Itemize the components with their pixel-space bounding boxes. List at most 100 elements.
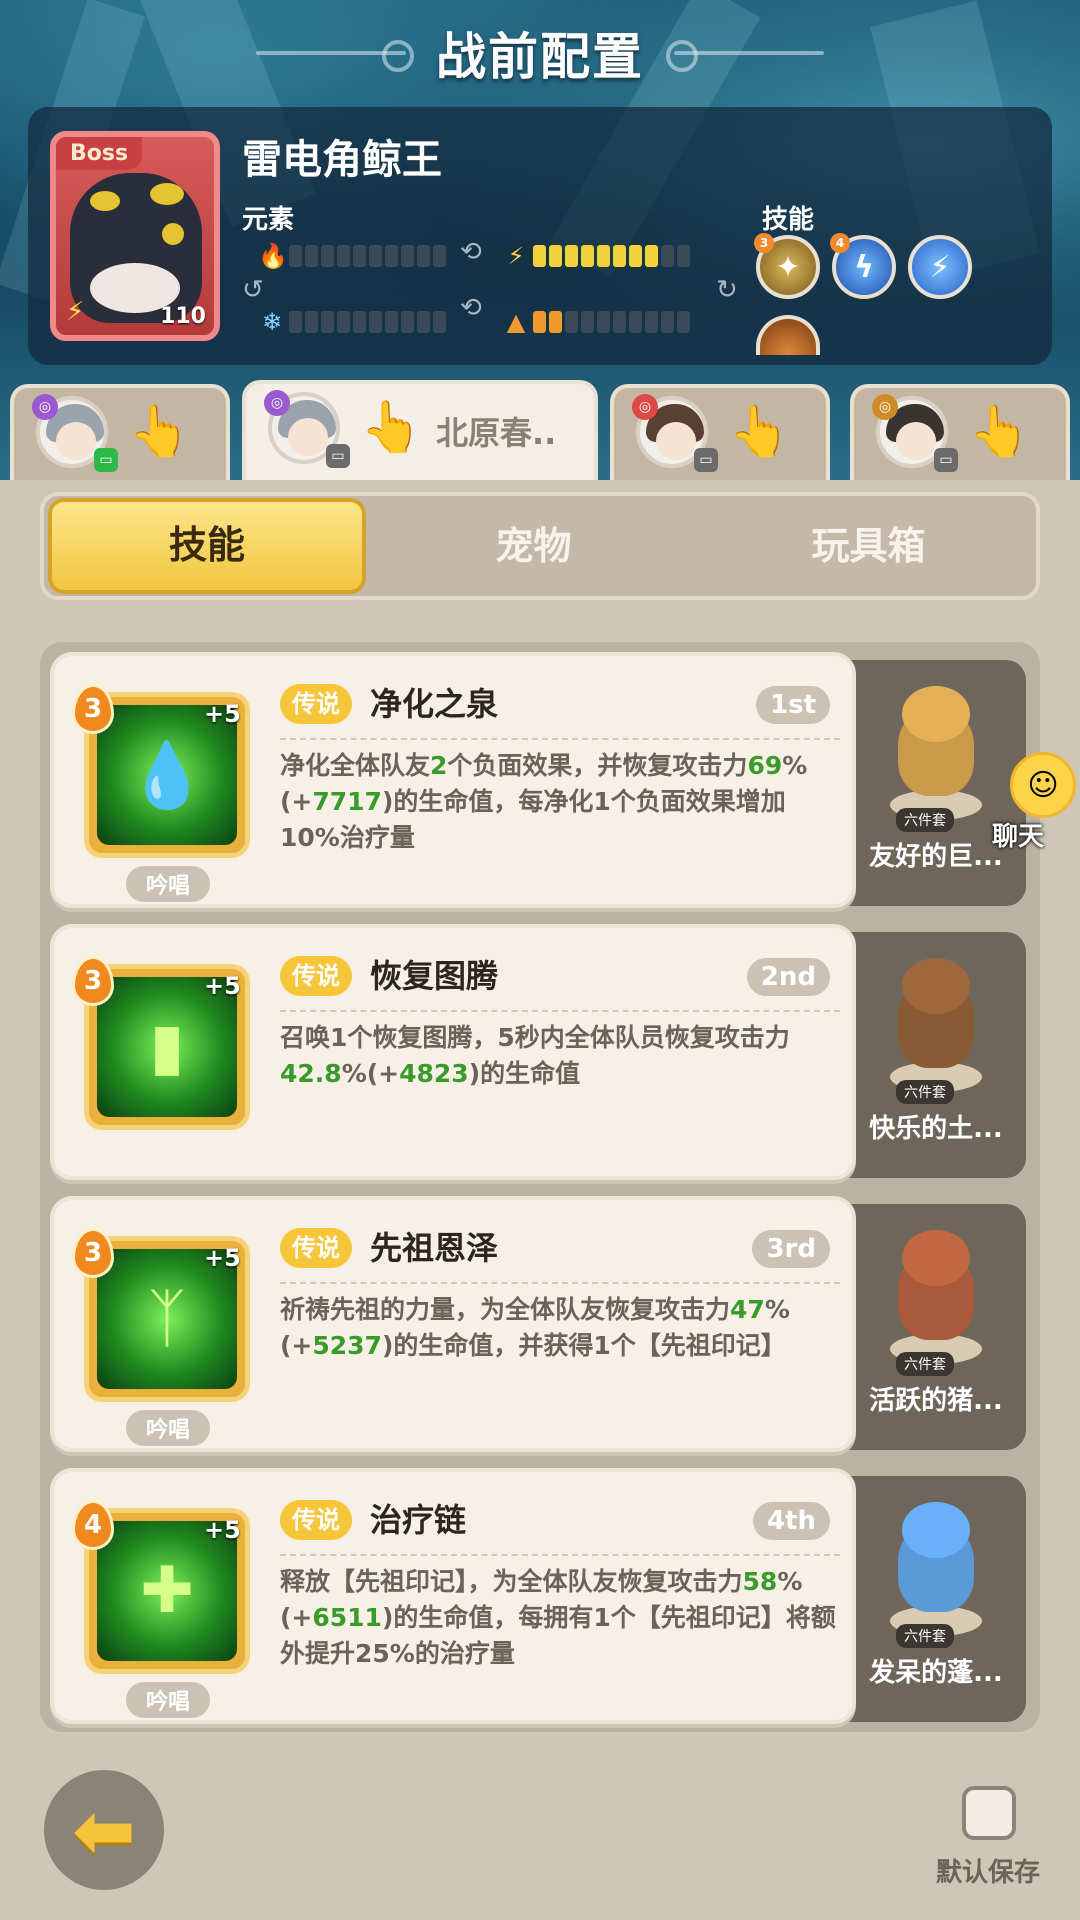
skill-description: 释放【先祖印记】，为全体队友恢复攻击力58%(+6511)的生命值，每拥有1个【… xyxy=(280,1564,842,1672)
element-segment xyxy=(661,245,674,267)
element-segment xyxy=(565,245,578,267)
element-segment xyxy=(677,311,690,333)
desc-text: 祈祷先祖的力量，为全体队友恢复攻击力 xyxy=(280,1295,731,1324)
cycle-arrow-icon: ↻ xyxy=(716,275,738,305)
ice-icon: ❄ xyxy=(261,308,283,336)
desc-value: 47 xyxy=(730,1295,765,1324)
desc-value: 2 xyxy=(430,751,448,780)
pet-slot[interactable]: 六件套 发呆的蓬... xyxy=(846,1476,1026,1722)
desc-text: 净化全体队友 xyxy=(280,751,431,780)
element-segment xyxy=(369,311,382,333)
boss-tag: Boss xyxy=(56,137,143,170)
element-segment xyxy=(289,311,302,333)
lightning-bolt-icon[interactable]: ⚡ xyxy=(908,235,972,299)
element-segment xyxy=(385,311,398,333)
pet-slot[interactable]: 六件套 活跃的猪... xyxy=(846,1204,1026,1450)
screen-icon: ▭ xyxy=(694,448,718,472)
desc-text: )的生命值 xyxy=(468,1059,581,1088)
set-tag: 六件套 xyxy=(896,1080,954,1104)
default-save-checkbox[interactable] xyxy=(962,1786,1016,1840)
page-title: 战前配置 xyxy=(436,28,644,86)
skill-order-badge: 4th xyxy=(752,1502,830,1540)
enhance-badge: +5 xyxy=(204,972,241,1000)
desc-value: 42.8 xyxy=(280,1059,342,1088)
element-segment xyxy=(417,245,430,267)
chat-float-button[interactable]: ☺ 聊天 xyxy=(992,752,1080,862)
title-bar: 战前配置 xyxy=(0,18,1080,88)
earth-icon: ▲ xyxy=(506,308,526,336)
default-save-label: 默认保存 xyxy=(936,1858,1041,1888)
element-segment xyxy=(645,245,658,267)
skill-name: 净化之泉 xyxy=(370,685,499,723)
element-segment xyxy=(629,311,642,333)
element-badge-icon: ◎ xyxy=(264,390,290,416)
fire-icon: 🔥 xyxy=(258,242,288,270)
character-tab-3[interactable]: ◎ ▭ 👆 xyxy=(610,384,830,480)
title-ornament-right xyxy=(666,40,824,72)
skill-name: 先祖恩泽 xyxy=(370,1229,499,1267)
skill-card[interactable]: 3 ᛉ +5 吟唱 传说 先祖恩泽 3rd 祈祷先祖的力量，为全体队友恢复攻击力… xyxy=(50,1196,856,1452)
lightning-burst-icon[interactable]: 4ϟ xyxy=(830,233,896,299)
element-bar-ice: ❄ xyxy=(258,307,446,337)
chant-tag: 吟唱 xyxy=(126,1410,210,1446)
character-tab-4[interactable]: ◎ ▭ 👆 xyxy=(850,384,1070,480)
character-name: 北原春.. xyxy=(436,414,557,452)
element-segment xyxy=(533,311,546,333)
skill-card[interactable]: 3 ▮ +5 传说 恢复图腾 2nd 召唤1个恢复图腾，5秒内全体队员恢复攻击力… xyxy=(50,924,856,1180)
element-badge-icon: ◎ xyxy=(32,394,58,420)
desc-value: 6511 xyxy=(312,1603,382,1632)
rock-skill-icon[interactable] xyxy=(756,315,820,355)
rarity-badge: 传说 xyxy=(280,956,352,996)
element-segment xyxy=(369,245,382,267)
element-segment xyxy=(597,245,610,267)
pet-slot[interactable]: 六件套 快乐的土... xyxy=(846,932,1026,1178)
lightning-icon: ⚡ xyxy=(507,242,525,270)
back-arrow-icon: ⬅ xyxy=(72,1785,136,1875)
screen-icon: ▭ xyxy=(934,448,958,472)
set-tag: 六件套 xyxy=(896,808,954,832)
element-segment xyxy=(549,311,562,333)
element-segment xyxy=(289,245,302,267)
element-segment xyxy=(321,311,334,333)
divider xyxy=(280,738,840,740)
divider xyxy=(280,1282,840,1284)
rarity-badge: 传说 xyxy=(280,1228,352,1268)
claw-skill-icon[interactable]: 3 ✦ xyxy=(754,233,820,299)
boss-portrait[interactable]: Boss ⚡ 110 xyxy=(50,131,220,341)
tab-skills[interactable]: 技能 xyxy=(48,498,366,594)
element-segment xyxy=(337,311,350,333)
divider xyxy=(280,1554,840,1556)
skill-order-badge: 2nd xyxy=(746,958,830,996)
element-segment xyxy=(613,245,626,267)
skill-order-badge: 3rd xyxy=(752,1230,830,1268)
desc-text: 个负面效果，并恢复攻击力 xyxy=(447,751,748,780)
enhance-badge: +5 xyxy=(204,700,241,728)
back-button[interactable]: ⬅ xyxy=(44,1770,164,1890)
element-segment xyxy=(549,245,562,267)
skill-row: 六件套 活跃的猪... 3 ᛉ +5 吟唱 传说 先祖恩泽 3rd 祈祷先祖的力… xyxy=(50,1196,1026,1452)
character-tab-2[interactable]: ◎ ▭ 👆 北原春.. xyxy=(242,380,598,480)
element-segment xyxy=(305,311,318,333)
skill-card[interactable]: 4 ✚ +5 吟唱 传说 治疗链 4th 释放【先祖印记】，为全体队友恢复攻击力… xyxy=(50,1468,856,1724)
skill-card[interactable]: 3 💧 +5 吟唱 传说 净化之泉 1st 净化全体队友2个负面效果，并恢复攻击… xyxy=(50,652,856,908)
desc-text: 召唤1个恢复图腾，5秒内全体队员恢复攻击力 xyxy=(280,1023,790,1052)
tab-pets[interactable]: 宠物 xyxy=(366,498,701,594)
character-tab-1[interactable]: ◎ ▭ 👆 xyxy=(10,384,230,480)
bottom-bar: ⬅ 默认保存 xyxy=(0,1734,1080,1920)
cycle-arrow-icon: ⟲ xyxy=(460,293,482,323)
set-tag: 六件套 xyxy=(896,1624,954,1648)
skill-name: 恢复图腾 xyxy=(370,957,499,995)
tab-toybox[interactable]: 玩具箱 xyxy=(701,498,1036,594)
element-segment xyxy=(645,311,658,333)
chat-label: 聊天 xyxy=(992,822,1045,852)
element-segment xyxy=(305,245,318,267)
cycle-arrow-icon: ⟲ xyxy=(460,237,482,267)
element-bar-fire: 🔥 xyxy=(258,241,446,271)
element-segment xyxy=(629,245,642,267)
pet-name: 发呆的蓬... xyxy=(869,1658,1003,1688)
enhance-badge: +5 xyxy=(204,1516,241,1544)
element-badge-icon: ◎ xyxy=(872,394,898,420)
lightning-icon: ⚡ xyxy=(66,297,85,327)
element-segment xyxy=(401,311,414,333)
element-segment xyxy=(401,245,414,267)
